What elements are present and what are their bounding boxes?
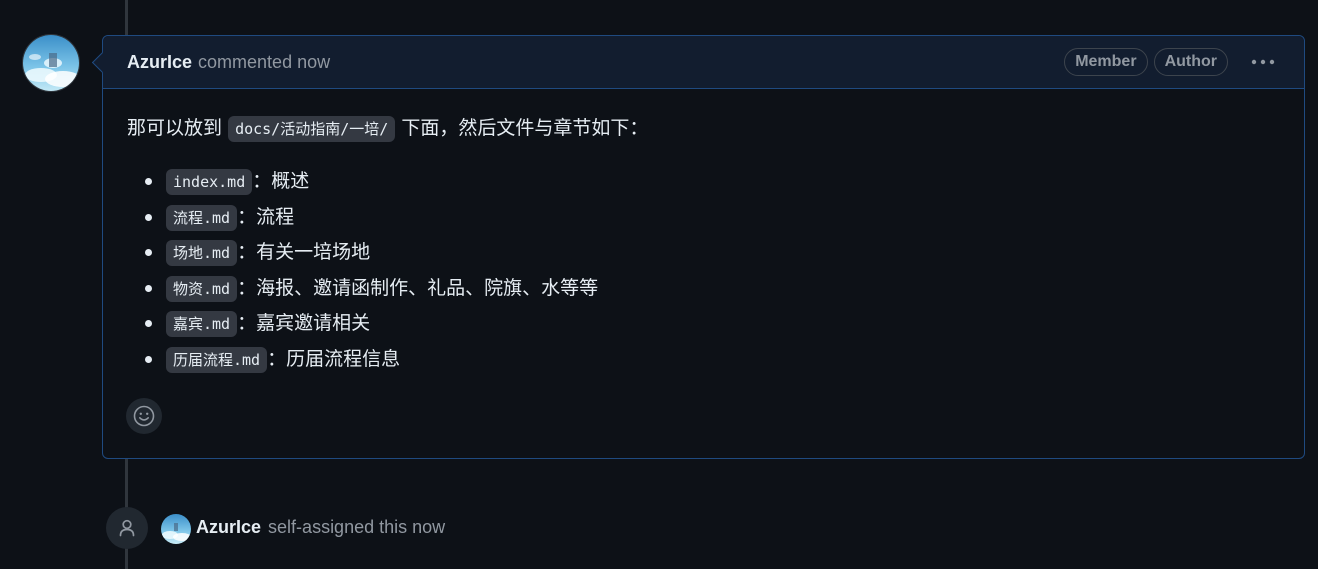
file-name-code: 嘉宾.md [166, 311, 238, 337]
kebab-horizontal-icon[interactable] [1246, 49, 1280, 75]
item-separator: ： [267, 347, 287, 370]
file-name-code: 流程.md [166, 204, 238, 231]
list-item: 嘉宾.md ：嘉宾邀请相关 [127, 308, 1280, 344]
comment-intro: 那可以放到 docs/活动指南/一培/ 下面，然后文件与章节如下： [127, 113, 1280, 143]
event-action-text: self-assigned this now [268, 517, 446, 537]
person-icon [119, 519, 135, 537]
list-item: 流程.md ：流程 [127, 202, 1280, 238]
comment-header-actions: Member Author [1064, 48, 1280, 76]
timeline-line-top [125, 0, 128, 36]
author-badge: Author [1153, 48, 1228, 76]
file-name-code: 历届流程.md [166, 346, 268, 373]
comment-card: AzurIce commented now Member Author 那可以放… [91, 35, 1305, 459]
item-separator: ： [237, 205, 257, 228]
member-badge: Member [1064, 48, 1148, 76]
item-description: 历届流程信息 [286, 347, 401, 370]
intro-text-before: 那可以放到 [127, 117, 223, 139]
item-separator: ： [237, 276, 257, 299]
file-name-code: 场地.md [166, 240, 238, 266]
intro-text-after: 下面，然后文件与章节如下： [401, 117, 649, 139]
list-item: 历届流程.md ：历届流程信息 [127, 344, 1280, 380]
item-description: 概述 [271, 170, 310, 192]
comment-author-link[interactable]: AzurIce [127, 52, 192, 73]
assignment-event: AzurIce self-assigned this now [196, 514, 445, 540]
add-reaction-button[interactable] [126, 398, 162, 434]
item-description: 流程 [256, 205, 295, 228]
event-badge [106, 507, 148, 549]
comment-timestamp[interactable]: commented now [198, 52, 330, 73]
item-description: 海报、邀请函制作、礼品、院旗、水等等 [256, 276, 599, 299]
comment-header: AzurIce commented now Member Author [103, 36, 1304, 89]
avatar-image [23, 35, 79, 91]
author-avatar[interactable] [22, 34, 80, 92]
avatar-image [161, 514, 191, 544]
smiley-icon [133, 405, 155, 427]
list-item: index.md ：概述 [127, 166, 1280, 202]
comment-body: 那可以放到 docs/活动指南/一培/ 下面，然后文件与章节如下： index.… [103, 89, 1304, 379]
file-name-code: 物资.md [166, 275, 238, 302]
list-item: 场地.md ：有关一培场地 [127, 237, 1280, 273]
event-author-avatar[interactable] [161, 514, 191, 544]
item-separator: ： [252, 170, 272, 192]
item-separator: ： [237, 241, 257, 263]
file-name-code: index.md [166, 169, 253, 195]
event-author-link[interactable]: AzurIce [196, 517, 261, 537]
intro-code-path: docs/活动指南/一培/ [228, 116, 396, 142]
item-description: 嘉宾邀请相关 [256, 312, 371, 334]
list-item: 物资.md ：海报、邀请函制作、礼品、院旗、水等等 [127, 273, 1280, 309]
item-separator: ： [237, 312, 257, 334]
file-list: index.md ：概述 流程.md ：流程 场地.md ：有关一培场地 物资.md：… [127, 166, 1280, 379]
item-description: 有关一培场地 [256, 241, 371, 263]
